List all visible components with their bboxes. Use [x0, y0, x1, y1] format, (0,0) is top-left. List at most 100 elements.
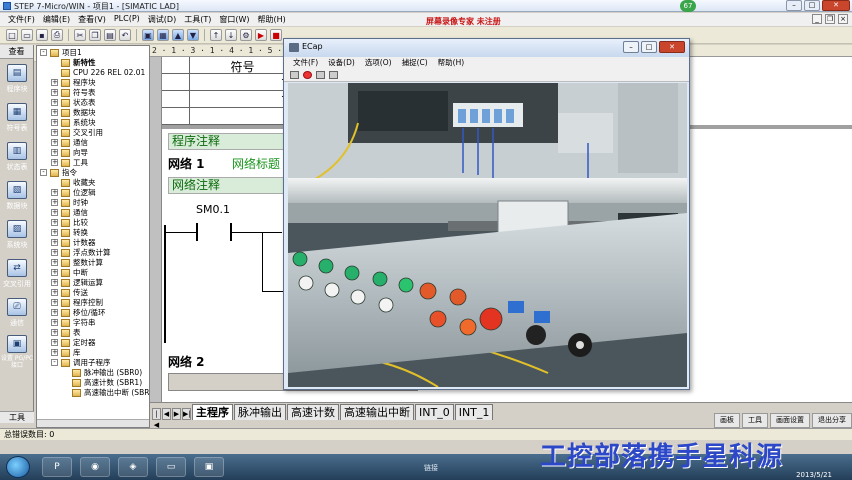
- expand-icon[interactable]: +: [51, 89, 58, 96]
- ecap-menu-device[interactable]: 设备(D): [323, 57, 360, 69]
- expand-icon[interactable]: +: [51, 329, 58, 336]
- collapse-icon[interactable]: -: [51, 359, 58, 366]
- tab-pulse-output[interactable]: 脉冲输出: [234, 404, 286, 420]
- tree-item[interactable]: 高速计数 (SBR1): [37, 378, 149, 388]
- tree-item[interactable]: + 交叉引用: [37, 128, 149, 138]
- expand-icon[interactable]: +: [51, 99, 58, 106]
- tree-item[interactable]: 高速输出中断 (SBR: [37, 388, 149, 398]
- tree-item[interactable]: + 传送: [37, 288, 149, 298]
- tree-item[interactable]: + 移位/循环: [37, 308, 149, 318]
- nav-system-block[interactable]: ▨ 系统块: [0, 215, 34, 254]
- tree-item[interactable]: + 计数器: [37, 238, 149, 248]
- screen-settings-button[interactable]: 画面设置: [770, 413, 810, 428]
- tree-item[interactable]: + 定时器: [37, 338, 149, 348]
- record-icon[interactable]: [303, 71, 312, 79]
- sort-desc-icon[interactable]: ↓: [225, 29, 237, 41]
- menu-tools[interactable]: 工具(T): [180, 13, 215, 26]
- tree-horizontal-scrollbar[interactable]: [37, 419, 149, 427]
- copy-icon[interactable]: ❐: [89, 29, 101, 41]
- doc-restore-button[interactable]: ❐: [825, 14, 835, 24]
- network-app-icon[interactable]: ◈: [118, 457, 148, 477]
- expand-icon[interactable]: +: [51, 159, 58, 166]
- tree-item[interactable]: + 字符串: [37, 318, 149, 328]
- paste-icon[interactable]: ▤: [104, 29, 116, 41]
- tree-item[interactable]: + 中断: [37, 268, 149, 278]
- save-icon[interactable]: ▪: [36, 29, 48, 41]
- tab-int1[interactable]: INT_1: [454, 404, 494, 420]
- close-button[interactable]: ✕: [822, 0, 850, 11]
- tree-item[interactable]: + 符号表: [37, 88, 149, 98]
- palette-button[interactable]: 画板: [714, 413, 740, 428]
- expand-icon[interactable]: +: [51, 339, 58, 346]
- tab-next-icon[interactable]: ▶: [172, 408, 181, 420]
- tree-item[interactable]: 脉冲输出 (SBR0): [37, 368, 149, 378]
- cut-icon[interactable]: ✂: [74, 29, 86, 41]
- powerpoint-icon[interactable]: P: [42, 457, 72, 477]
- network-1-subtitle[interactable]: 网络标题: [232, 155, 280, 172]
- upload-icon[interactable]: ▲: [172, 29, 184, 41]
- ecap-menu-file[interactable]: 文件(F): [288, 57, 323, 69]
- menu-debug[interactable]: 调试(D): [144, 13, 180, 26]
- ecap-maximize-button[interactable]: □: [641, 41, 657, 53]
- doc-close-button[interactable]: ×: [838, 14, 848, 24]
- tree-item[interactable]: 新特性: [37, 58, 149, 68]
- folder-icon[interactable]: ▭: [156, 457, 186, 477]
- tree-item[interactable]: - 指令: [37, 168, 149, 178]
- expand-icon[interactable]: +: [51, 109, 58, 116]
- expand-icon[interactable]: +: [51, 129, 58, 136]
- compile-icon[interactable]: ▣: [142, 29, 154, 41]
- tree-item[interactable]: + 比较: [37, 218, 149, 228]
- settings-icon[interactable]: [316, 71, 325, 79]
- expand-icon[interactable]: +: [51, 299, 58, 306]
- ecap-menu-capture[interactable]: 捕捉(C): [397, 57, 433, 69]
- ecap-close-button[interactable]: ✕: [659, 41, 685, 53]
- sort-asc-icon[interactable]: ↑: [210, 29, 222, 41]
- expand-icon[interactable]: +: [51, 269, 58, 276]
- tree-item[interactable]: + 程序块: [37, 78, 149, 88]
- minimize-button[interactable]: –: [786, 0, 802, 11]
- menu-edit[interactable]: 编辑(E): [39, 13, 74, 26]
- tree-item[interactable]: + 整数计算: [37, 258, 149, 268]
- nav-communication[interactable]: ⎚ 通信: [0, 293, 34, 332]
- options-icon[interactable]: ⚙: [240, 29, 252, 41]
- tab-high-speed-interrupt[interactable]: 高速输出中断: [340, 404, 414, 420]
- tree-item[interactable]: + 工具: [37, 158, 149, 168]
- step7-app-icon[interactable]: ▣: [194, 457, 224, 477]
- camera-app-icon[interactable]: ◉: [80, 457, 110, 477]
- nav-cross-reference[interactable]: ⇄ 交叉引用: [0, 254, 34, 293]
- menu-window[interactable]: 窗口(W): [215, 13, 253, 26]
- maximize-button[interactable]: □: [804, 0, 820, 11]
- expand-icon[interactable]: +: [51, 249, 58, 256]
- expand-icon[interactable]: +: [51, 139, 58, 146]
- tree-item[interactable]: + 通信: [37, 208, 149, 218]
- notification-badge[interactable]: 67: [680, 0, 696, 12]
- expand-icon[interactable]: +: [51, 289, 58, 296]
- expand-icon[interactable]: +: [51, 149, 58, 156]
- exit-share-button[interactable]: 退出分享: [812, 413, 852, 428]
- tree-item[interactable]: 收藏夹: [37, 178, 149, 188]
- expand-icon[interactable]: +: [51, 189, 58, 196]
- nav-data-block[interactable]: ▧ 数据块: [0, 176, 34, 215]
- tree-item[interactable]: + 系统块: [37, 118, 149, 128]
- snapshot-icon[interactable]: [290, 71, 299, 79]
- expand-icon[interactable]: +: [51, 119, 58, 126]
- tree-item[interactable]: + 数据块: [37, 108, 149, 118]
- nav-symbol-table[interactable]: ▦ 符号表: [0, 98, 34, 137]
- tree-item[interactable]: + 向导: [37, 148, 149, 158]
- new-icon[interactable]: □: [6, 29, 18, 41]
- stop-icon[interactable]: ■: [270, 29, 282, 41]
- tree-item[interactable]: + 逻辑运算: [37, 278, 149, 288]
- expand-icon[interactable]: +: [51, 199, 58, 206]
- tree-item[interactable]: - 调用子程序: [37, 358, 149, 368]
- tree-item[interactable]: + 转换: [37, 228, 149, 238]
- tree-item[interactable]: + 表: [37, 328, 149, 338]
- print-icon[interactable]: ⎙: [51, 29, 63, 41]
- ecap-menu-help[interactable]: 帮助(H): [433, 57, 470, 69]
- doc-minimize-button[interactable]: _: [812, 14, 822, 24]
- tree-item[interactable]: + 位逻辑: [37, 188, 149, 198]
- undo-icon[interactable]: ↶: [119, 29, 131, 41]
- collapse-icon[interactable]: -: [40, 169, 47, 176]
- ecap-minimize-button[interactable]: –: [623, 41, 639, 53]
- expand-icon[interactable]: +: [51, 79, 58, 86]
- menu-file[interactable]: 文件(F): [4, 13, 39, 26]
